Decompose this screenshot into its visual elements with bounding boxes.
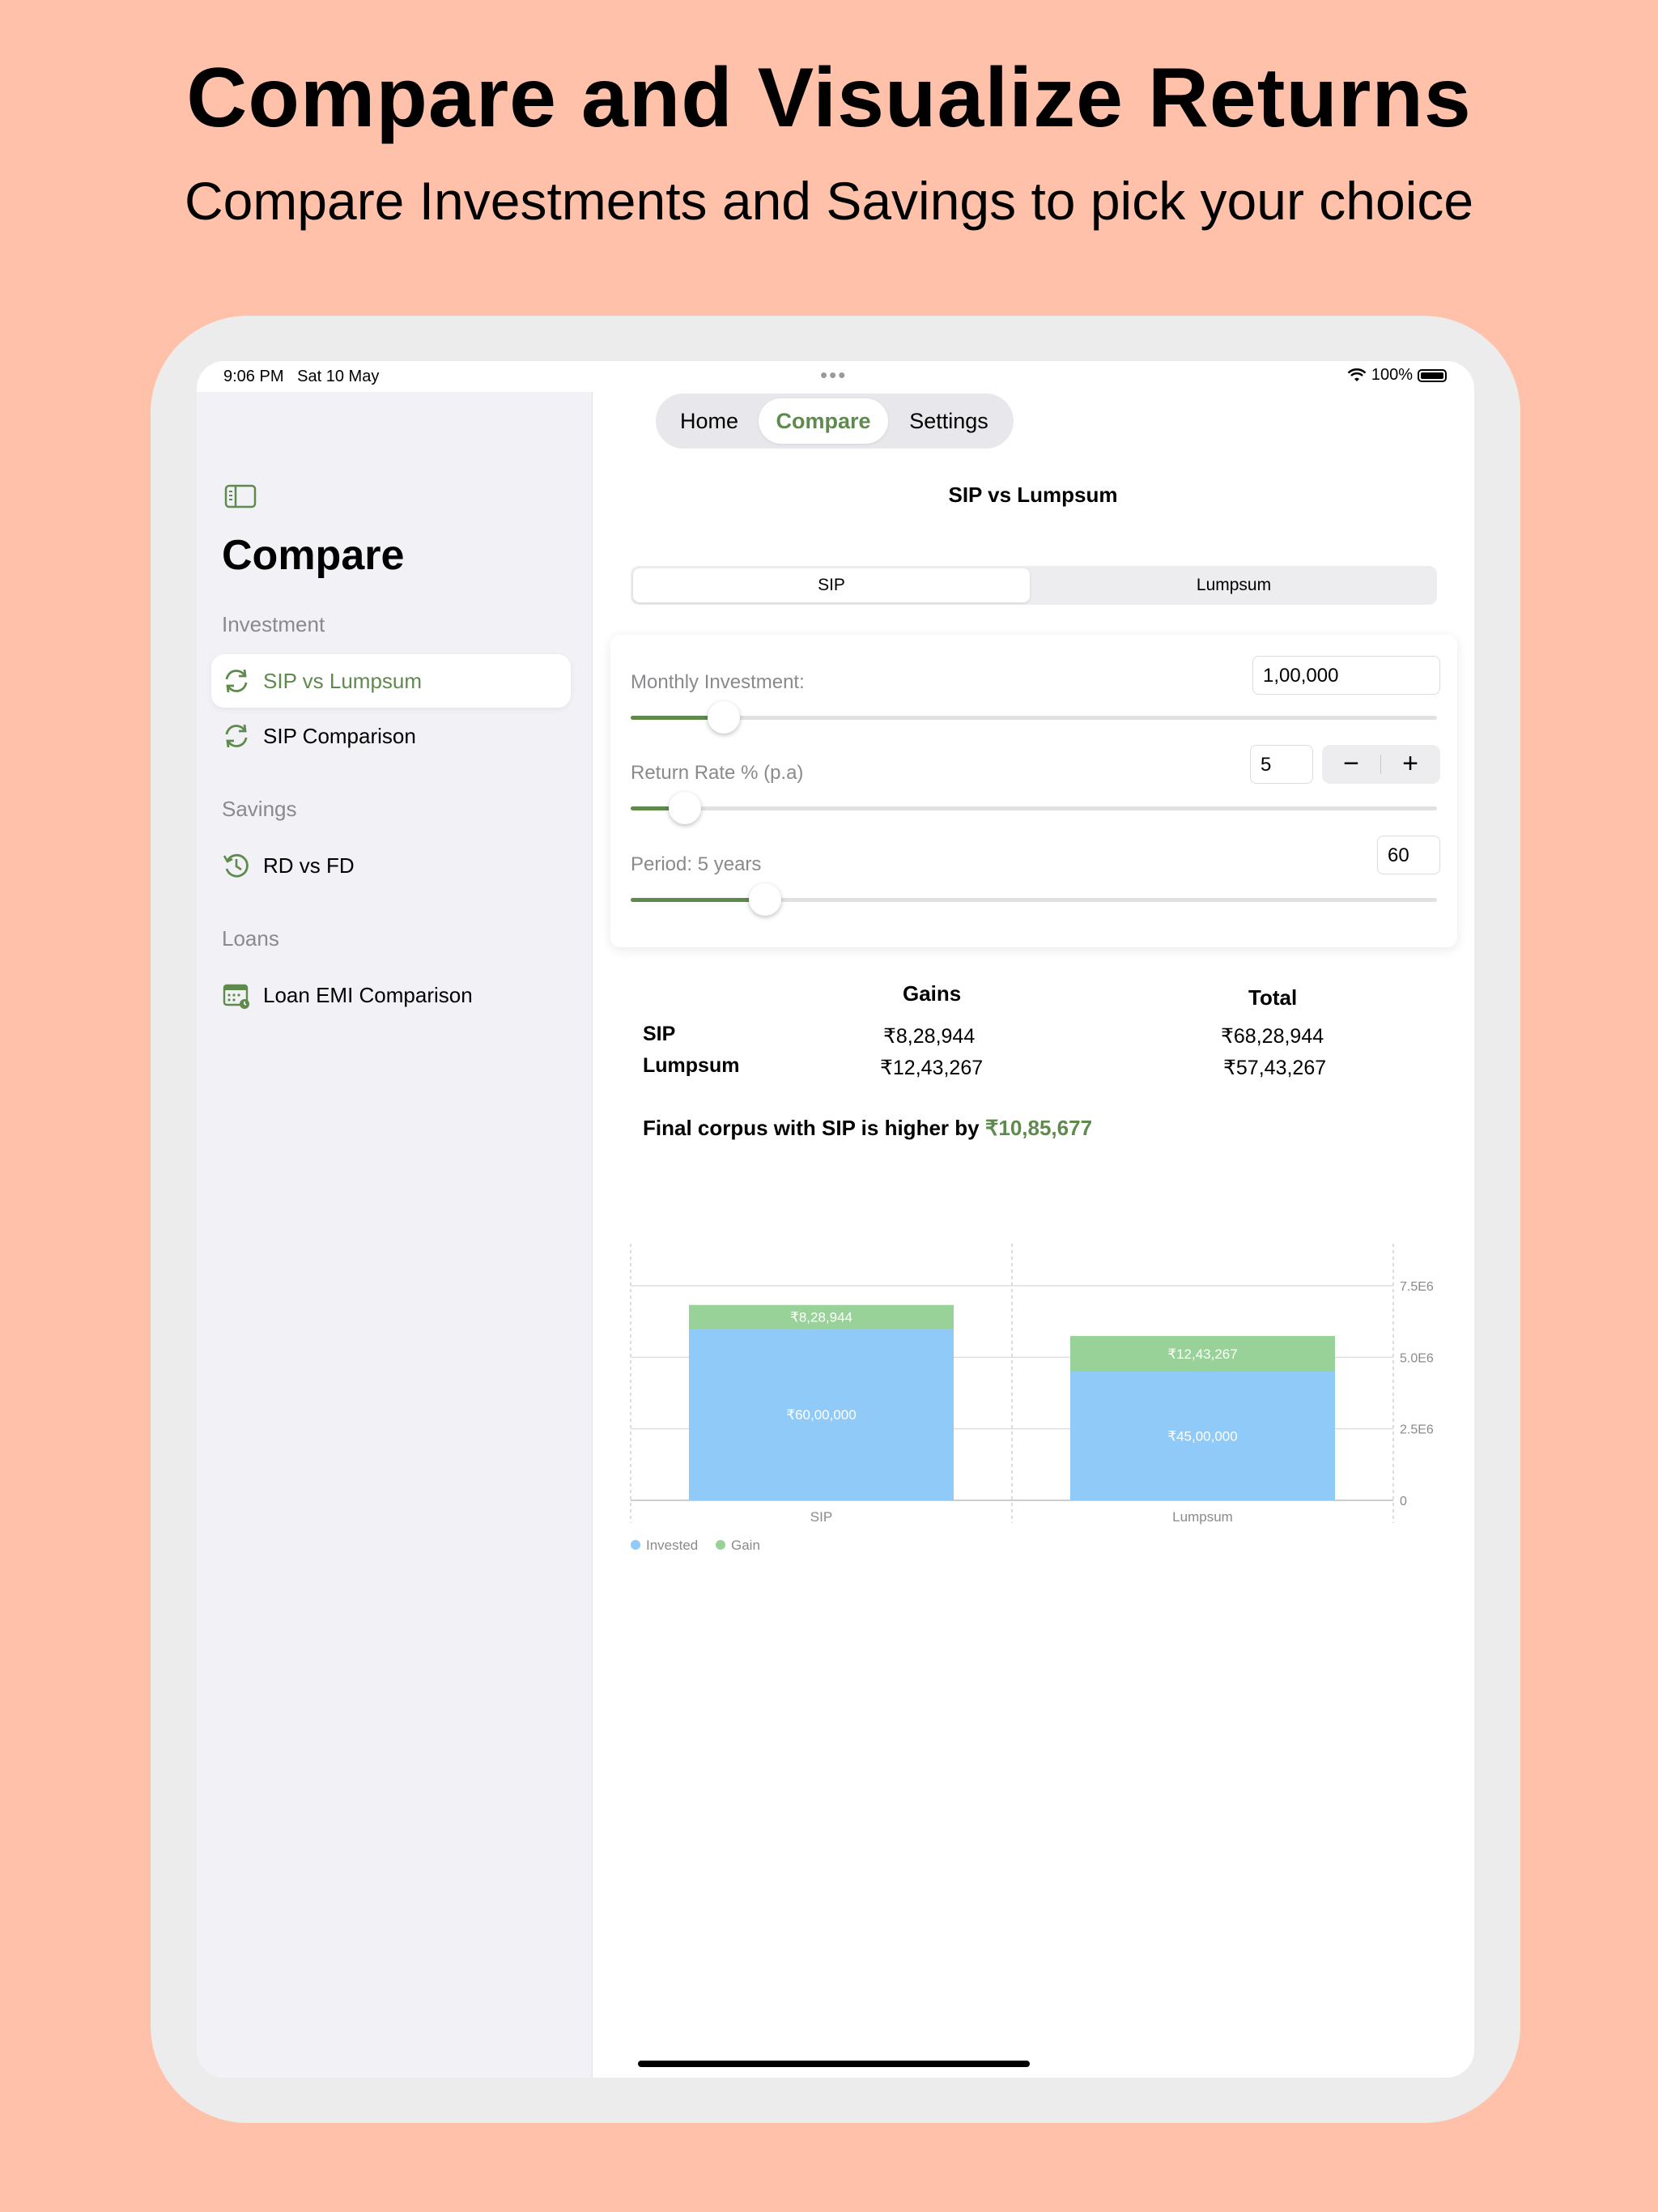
hero-subtitle: Compare Investments and Savings to pick … [184,171,1474,231]
home-indicator [638,2061,1030,2067]
battery-icon [1418,368,1447,382]
top-tab-bar: Home Compare Settings [656,393,1014,449]
comparison-bar-chart: 0 2.5E6 5.0E6 7.5E6 ₹60,00,000 ₹8,28,944 SIP ₹4… [630,1244,1434,1553]
status-time: 9:06 PM Sat 10 May [223,368,380,385]
y-tick-label: 5.0E6 [1400,1351,1434,1365]
bar-data-label: ₹12,43,267 [1167,1346,1237,1362]
wifi-icon [1347,368,1367,381]
x-tick-label: SIP [810,1509,832,1525]
tab-settings[interactable]: Settings [892,398,1005,444]
battery-percent: 100% [1371,366,1413,384]
legend-swatch [631,1540,640,1550]
bar-data-label: ₹60,00,000 [786,1407,856,1423]
y-tick-label: 0 [1400,1495,1407,1508]
device-screen: 9:06 PM Sat 10 May ••• 100% Compare Inve… [197,361,1474,2078]
y-tick-label: 7.5E6 [1400,1280,1434,1294]
legend-label: Gain [731,1538,760,1553]
y-tick-label: 2.5E6 [1400,1423,1434,1437]
bar-data-label: ₹45,00,000 [1167,1429,1237,1444]
multitasking-dots-icon[interactable]: ••• [820,363,847,388]
x-tick-label: Lumpsum [1172,1509,1233,1525]
legend-swatch [716,1540,725,1550]
legend-label: Invested [646,1538,698,1553]
tab-home[interactable]: Home [664,398,755,444]
bar-data-label: ₹8,28,944 [790,1309,852,1325]
status-bar: 9:06 PM Sat 10 May ••• 100% [197,361,1474,392]
tab-compare[interactable]: Compare [759,398,888,444]
hero-title: Compare and Visualize Returns [186,51,1472,145]
